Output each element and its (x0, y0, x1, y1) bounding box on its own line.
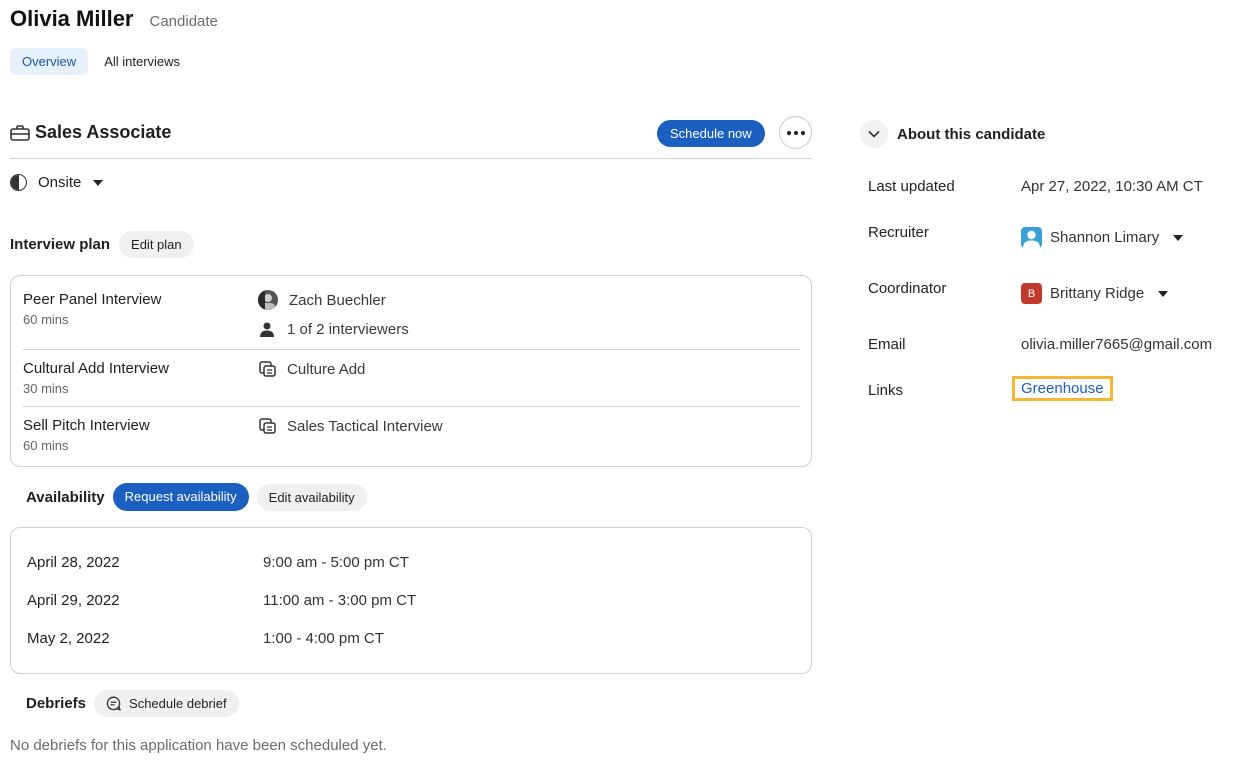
availability-header: Availability Request availability Edit a… (26, 483, 367, 511)
debriefs-label: Debriefs (26, 695, 87, 712)
email-label: Email (868, 336, 906, 353)
debriefs-empty-message: No debriefs for this application have be… (10, 737, 387, 754)
more-options-button[interactable] (779, 116, 812, 149)
email-value: olivia.miller7665@gmail.com (1021, 336, 1213, 353)
interviewer-row: Zach Buechler (258, 290, 386, 310)
interview-type: Sales Tactical Interview (287, 417, 443, 435)
caret-down-icon (1158, 290, 1169, 297)
person-icon (258, 320, 276, 338)
tab-bar: Overview All interviews (10, 48, 192, 75)
interview-plan-header: Interview plan Edit plan (10, 231, 194, 258)
recruiter-selector[interactable]: Shannon Limary (1021, 227, 1184, 248)
last-updated-label: Last updated (868, 178, 955, 195)
greenhouse-link[interactable]: Greenhouse (1012, 376, 1113, 401)
candidate-role: Candidate (149, 13, 218, 30)
availability-date: May 2, 2022 (27, 630, 110, 647)
about-candidate-title: About this candidate (897, 125, 1046, 143)
question-card-icon (258, 360, 276, 378)
availability-label: Availability (26, 488, 105, 506)
interview-name: Peer Panel Interview (23, 291, 162, 308)
links-label: Links (868, 382, 904, 399)
job-header: Sales Associate Schedule now (10, 116, 812, 159)
recruiter-label: Recruiter (868, 224, 929, 241)
half-circle-icon (10, 174, 27, 191)
chat-bubble-icon (106, 696, 121, 711)
interviewer-count: 1 of 2 interviewers (287, 320, 409, 338)
schedule-debrief-label: Schedule debrief (129, 696, 227, 711)
request-availability-button[interactable]: Request availability (112, 483, 249, 511)
interview-duration: 30 mins (23, 381, 69, 396)
availability-date: April 28, 2022 (27, 554, 120, 571)
interview-name: Cultural Add Interview (23, 360, 169, 377)
briefcase-icon (10, 125, 30, 141)
availability-time: 9:00 am - 5:00 pm CT (263, 554, 409, 571)
question-card-icon (258, 417, 276, 435)
interviewer-name: Zach Buechler (289, 291, 386, 309)
list-item[interactable]: Cultural Add Interview 30 mins Culture A… (23, 349, 800, 406)
candidate-name: Olivia Miller (10, 6, 134, 31)
tab-all-interviews[interactable]: All interviews (92, 48, 192, 75)
job-title: Sales Associate (35, 122, 172, 142)
coordinator-label: Coordinator (868, 280, 947, 297)
coordinator-selector[interactable]: B Brittany Ridge (1021, 283, 1169, 304)
debriefs-header: Debriefs Schedule debrief (26, 690, 239, 717)
last-updated-value: Apr 27, 2022, 10:30 AM CT (1021, 178, 1203, 195)
stage-selector[interactable]: Onsite (10, 174, 104, 191)
interview-plan-list: Peer Panel Interview 60 mins Zach Buechl… (10, 275, 812, 467)
caret-down-icon (1173, 234, 1184, 241)
list-item[interactable]: Sell Pitch Interview 60 mins Sales Tacti… (23, 406, 800, 467)
interview-plan-label: Interview plan (10, 236, 111, 253)
collapse-button[interactable] (860, 120, 888, 148)
availability-date: April 29, 2022 (27, 592, 120, 609)
avatar (258, 290, 278, 310)
interview-duration: 60 mins (23, 312, 69, 327)
interviewer-count-row: 1 of 2 interviewers (258, 320, 409, 338)
schedule-debrief-button[interactable]: Schedule debrief (94, 690, 239, 717)
coordinator-name: Brittany Ridge (1050, 285, 1145, 302)
avatar: B (1021, 283, 1042, 304)
interview-name: Sell Pitch Interview (23, 417, 150, 434)
availability-list: April 28, 2022 9:00 am - 5:00 pm CT Apri… (10, 527, 812, 674)
candidate-header: Olivia Miller Candidate (10, 6, 218, 32)
about-candidate-header[interactable]: About this candidate (860, 120, 1045, 148)
interview-type-row: Culture Add (258, 360, 365, 378)
edit-availability-button[interactable]: Edit availability (256, 483, 367, 511)
interview-duration: 60 mins (23, 438, 69, 453)
caret-down-icon (93, 179, 104, 186)
interview-type-row: Sales Tactical Interview (258, 417, 443, 435)
list-item[interactable]: Peer Panel Interview 60 mins Zach Buechl… (23, 276, 800, 349)
avatar (1021, 227, 1042, 248)
more-dots-icon (786, 130, 791, 135)
edit-plan-button[interactable]: Edit plan (119, 231, 194, 258)
chevron-down-icon (868, 130, 880, 138)
tab-overview[interactable]: Overview (10, 48, 89, 75)
availability-time: 1:00 - 4:00 pm CT (263, 630, 384, 647)
stage-label: Onsite (38, 174, 82, 191)
interview-type: Culture Add (287, 360, 366, 378)
schedule-now-button[interactable]: Schedule now (657, 120, 765, 147)
availability-time: 11:00 am - 3:00 pm CT (263, 592, 417, 609)
recruiter-name: Shannon Limary (1050, 229, 1160, 246)
